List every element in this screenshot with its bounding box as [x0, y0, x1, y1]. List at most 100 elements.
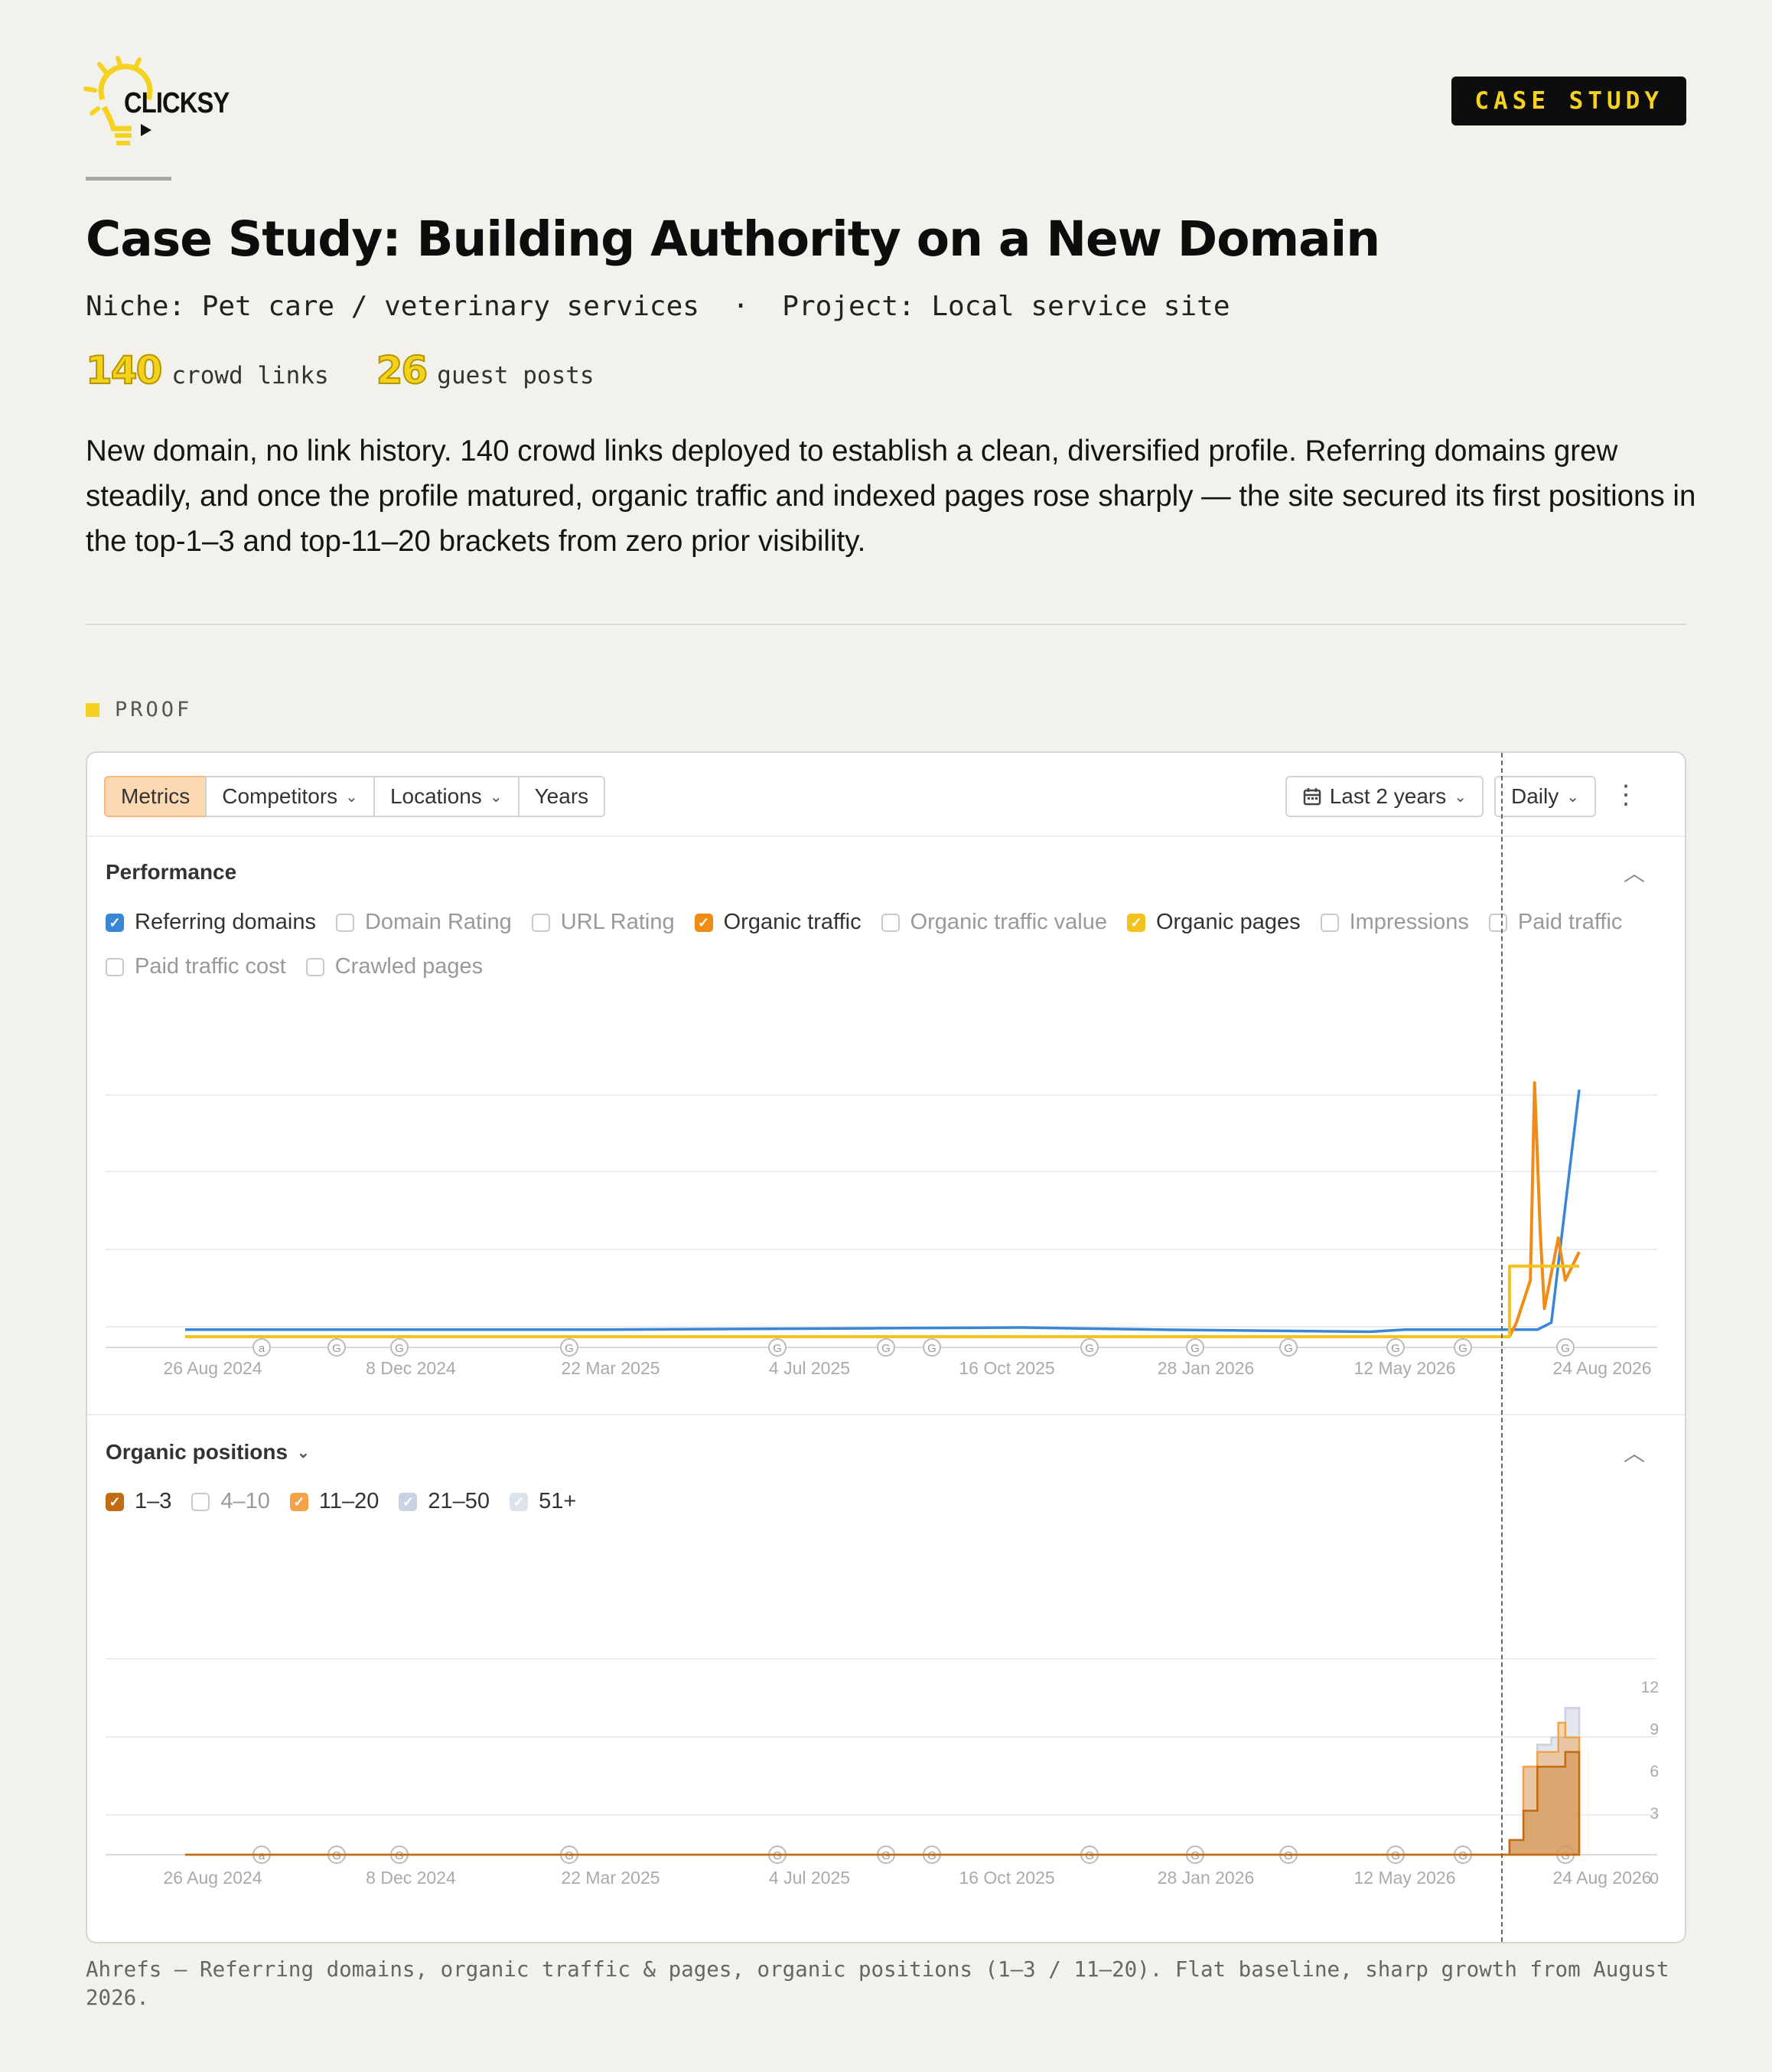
y-tick-label: 9	[1650, 1721, 1659, 1738]
checkbox-label: 21–50	[428, 1489, 490, 1513]
checkbox-organic-traffic[interactable]: ✓ Organic traffic	[694, 910, 862, 935]
checkmark-icon: ✓	[1126, 913, 1145, 932]
tab-years[interactable]: Years	[517, 776, 606, 817]
checkbox-label: 1–3	[135, 1489, 172, 1513]
event-marker-letter: G	[1085, 1342, 1094, 1355]
section-divider	[87, 1414, 1685, 1416]
checkbox-label: Paid traffic	[1517, 910, 1623, 934]
checkbox-label: Impressions	[1349, 910, 1469, 934]
event-marker-letter: G	[773, 1342, 782, 1355]
checkbox-label: 51+	[539, 1489, 577, 1513]
tab-competitors[interactable]: Competitors ⌄	[205, 776, 375, 817]
event-marker-letter: G	[1191, 1342, 1200, 1355]
event-marker-letter: G	[395, 1849, 404, 1862]
checkbox-paid-traffic-cost[interactable]: Paid traffic cost	[106, 954, 286, 979]
checkbox-label: Organic traffic	[723, 910, 862, 934]
calendar-icon	[1303, 788, 1321, 806]
event-marker-letter: G	[332, 1849, 341, 1862]
checkbox-label: Referring domains	[135, 910, 316, 934]
checkbox-label: 11–20	[318, 1489, 379, 1513]
x-tick-label: 16 Oct 2025	[959, 1868, 1054, 1888]
checkbox-crawled-pages[interactable]: Crawled pages	[305, 954, 483, 979]
stat-label: guest posts	[437, 362, 594, 389]
event-marker-letter: G	[1458, 1342, 1467, 1355]
x-tick-label: 12 May 2026	[1354, 1358, 1456, 1378]
clicksy-logo: CLICKSY	[81, 54, 230, 153]
event-marker-letter: G	[1458, 1849, 1467, 1862]
x-tick-label: 12 May 2026	[1354, 1868, 1456, 1888]
checkbox-organic-pages[interactable]: ✓ Organic pages	[1126, 910, 1301, 935]
checkbox-referring-domains[interactable]: ✓ Referring domains	[106, 910, 316, 935]
checkbox-11-20[interactable]: ✓ 11–20	[289, 1489, 379, 1514]
x-tick-label: 26 Aug 2024	[163, 1358, 262, 1378]
tab-locations[interactable]: Locations ⌄	[373, 776, 520, 817]
event-marker-letter: G	[332, 1342, 341, 1355]
checkmark-icon: ✓	[694, 913, 713, 932]
x-tick-label: 8 Dec 2024	[366, 1868, 456, 1888]
checkbox-paid-traffic[interactable]: Paid traffic	[1488, 910, 1623, 935]
checkmark-icon: ✓	[106, 913, 124, 932]
tab-label: Metrics	[121, 784, 191, 808]
interval-dropdown[interactable]: Daily ⌄	[1494, 776, 1596, 817]
event-marker-letter: G	[881, 1849, 891, 1862]
tab-metrics[interactable]: Metrics	[104, 776, 207, 817]
checkbox-empty-icon	[1488, 913, 1507, 932]
date-range-dropdown[interactable]: Last 2 years ⌄	[1285, 776, 1484, 817]
x-tick-label: 16 Oct 2025	[959, 1358, 1054, 1378]
checkbox-label: 4–10	[220, 1489, 270, 1513]
x-tick-label: 22 Mar 2025	[561, 1868, 660, 1888]
section-title-text: Performance	[106, 860, 237, 884]
checkbox-empty-icon	[305, 957, 324, 976]
checkmark-icon: ✓	[106, 1492, 124, 1511]
event-marker-letter: G	[773, 1849, 782, 1862]
checkmark-icon: ✓	[399, 1492, 418, 1511]
description: New domain, no link history. 140 crowd l…	[86, 435, 1696, 558]
event-marker-letter: G	[565, 1849, 574, 1862]
series-line-organic-traffic	[185, 1081, 1581, 1338]
series-area-21-50	[185, 1707, 1581, 1856]
stats-row: 140 crowd links 26 guest posts	[85, 347, 631, 393]
series-area-1-3	[185, 1751, 1581, 1856]
proof-label: PROOF	[86, 698, 192, 722]
checkbox-51[interactable]: ✓ 51+	[510, 1489, 576, 1514]
hover-cursor-line	[1501, 753, 1503, 1942]
range-controls: Last 2 years ⌄ Daily ⌄	[1285, 776, 1596, 817]
checkbox-4-10[interactable]: 4–10	[191, 1489, 270, 1514]
checkbox-organic-traffic-value[interactable]: Organic traffic value	[881, 910, 1107, 935]
x-tick-label: 8 Dec 2024	[366, 1358, 456, 1378]
stat-value: 26	[376, 347, 429, 393]
proof-text: PROOF	[115, 698, 193, 722]
page-title: Case Study: Building Authority on a New …	[86, 211, 1380, 267]
performance-metric-checkboxes-row2: Paid traffic cost Crawled pages	[106, 954, 503, 979]
checkbox-domain-rating[interactable]: Domain Rating	[335, 910, 512, 935]
collapse-chevron-up-icon[interactable]: ︿	[1624, 857, 1645, 888]
position-range-checkboxes: ✓ 1–3 4–10 ✓ 11–20 ✓ 21–50 ✓ 51+	[106, 1489, 596, 1514]
organic-positions-title[interactable]: Organic positions ⌄	[106, 1440, 310, 1464]
niche-line: Niche: Pet care / veterinary services · …	[86, 291, 1230, 322]
event-marker-letter: G	[1085, 1849, 1094, 1862]
organic-positions-chart: 26 Aug 2024 8 Dec 2024 22 Mar 2025 4 Jul 20…	[106, 1658, 1659, 1888]
kebab-icon[interactable]: ⋮	[1613, 782, 1639, 808]
checkbox-label: Paid traffic cost	[135, 954, 286, 979]
event-marker-letter: G	[1284, 1342, 1293, 1355]
checkbox-impressions[interactable]: Impressions	[1320, 910, 1469, 935]
checkbox-label: Organic pages	[1155, 910, 1301, 934]
checkbox-21-50[interactable]: ✓ 21–50	[399, 1489, 490, 1514]
event-marker-letter: a	[259, 1342, 265, 1355]
brand-name: CLICKSY	[124, 87, 230, 119]
checkbox-url-rating[interactable]: URL Rating	[531, 910, 675, 935]
x-tick-label: 4 Jul 2025	[769, 1358, 850, 1378]
x-tick-label: 26 Aug 2024	[163, 1868, 262, 1888]
chevron-down-icon: ⌄	[489, 788, 503, 806]
y-tick-label: 12	[1641, 1679, 1659, 1696]
date-range-label: Last 2 years	[1329, 784, 1447, 808]
chevron-down-icon: ⌄	[297, 1444, 310, 1461]
chevron-down-icon: ⌄	[345, 788, 358, 806]
collapse-chevron-up-icon[interactable]: ︿	[1624, 1437, 1645, 1468]
stat-label: crowd links	[171, 362, 329, 389]
x-tick-label: 28 Jan 2026	[1158, 1868, 1255, 1888]
x-tick-label: 24 Aug 2026	[1552, 1358, 1651, 1378]
x-tick-label: 4 Jul 2025	[769, 1868, 850, 1888]
title-accent-rule	[86, 177, 171, 181]
checkbox-1-3[interactable]: ✓ 1–3	[106, 1489, 171, 1514]
